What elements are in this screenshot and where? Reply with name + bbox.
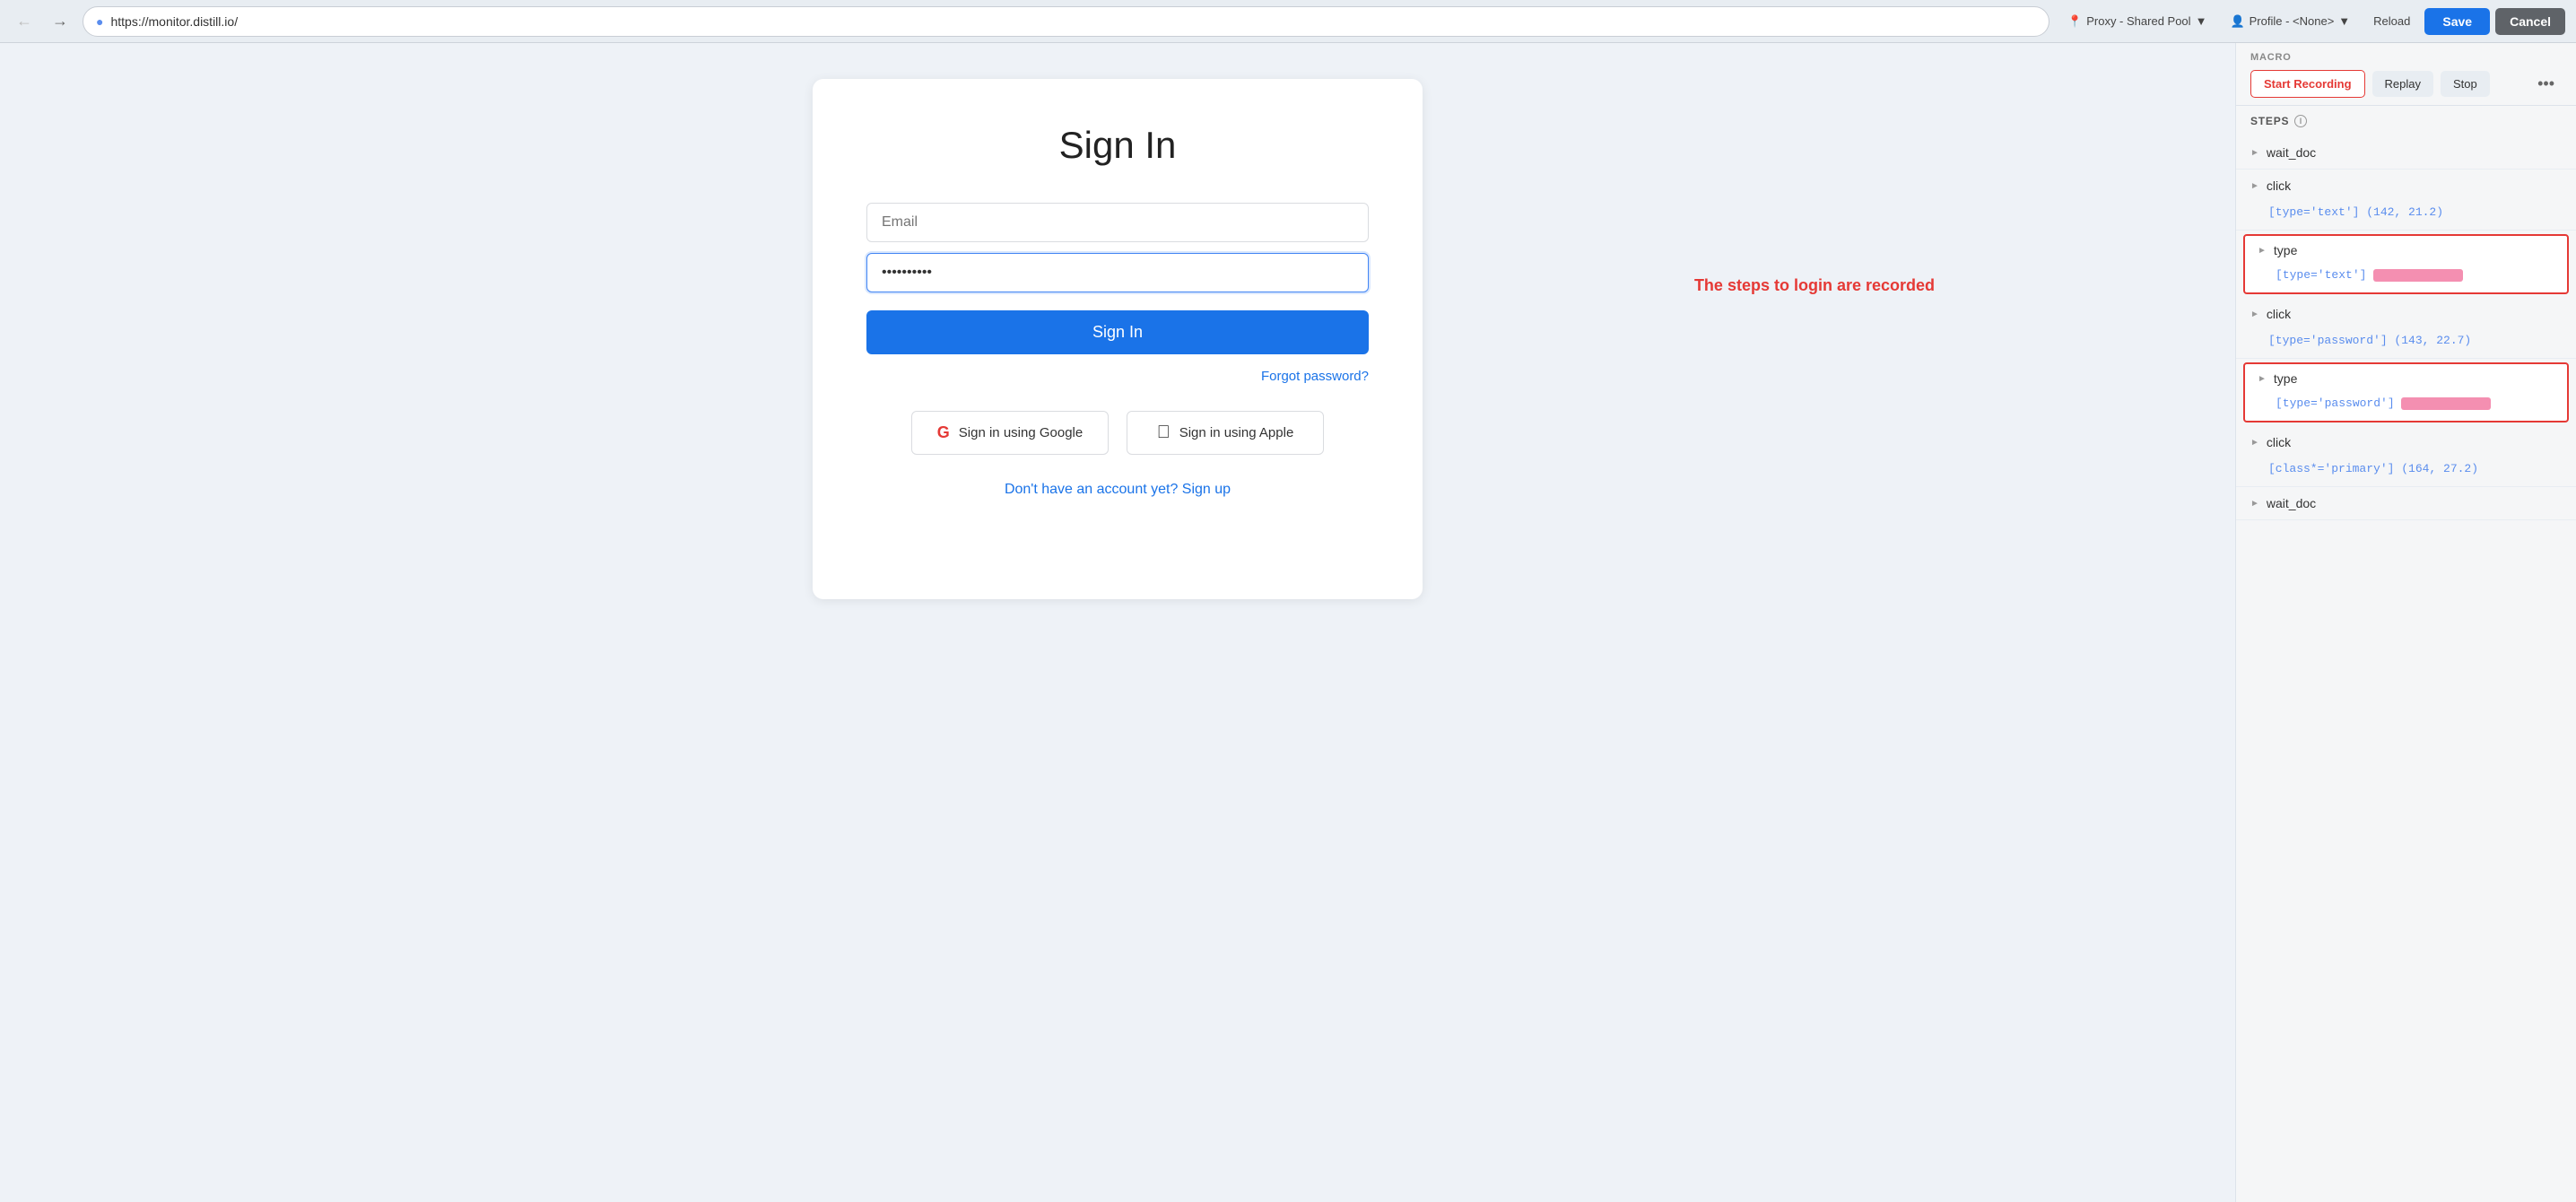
password-input[interactable] (866, 253, 1369, 292)
step-name: wait_doc (2267, 496, 2316, 510)
back-button[interactable]: ← (11, 8, 38, 34)
step-row[interactable]: ► type (2245, 364, 2567, 393)
macro-label: MACRO (2250, 52, 2562, 63)
redacted-value (2373, 269, 2463, 282)
apple-icon:  (1157, 422, 1171, 443)
step-item-click_1[interactable]: ► click [type='text'] (142, 21.2) (2236, 170, 2576, 231)
step-row[interactable]: ► click (2236, 298, 2576, 330)
step-expand-icon: ► (2250, 309, 2259, 319)
signin-button[interactable]: Sign In (866, 310, 1369, 354)
step-item-type_1[interactable]: ► type [type='text'] (2243, 234, 2569, 294)
steps-header: STEPS i (2236, 106, 2576, 133)
profile-label: Profile - <None> (2250, 14, 2335, 28)
step-detail: [type='text'] (2245, 265, 2567, 292)
step-detail: [type='text'] (142, 21.2) (2236, 202, 2576, 230)
profile-button[interactable]: 👤 Profile - <None> ▼ (2221, 10, 2359, 33)
proxy-button[interactable]: 📍 Proxy - Shared Pool ▼ (2058, 10, 2215, 33)
proxy-chevron-icon: ▼ (2196, 14, 2207, 28)
step-item-type_2[interactable]: ► type [type='password'] (2243, 362, 2569, 422)
profile-chevron-icon: ▼ (2338, 14, 2350, 28)
step-name: click (2267, 179, 2291, 193)
browser-viewport: Sign In Sign In Forgot password? G Sign … (0, 43, 2235, 1202)
password-form-group (866, 253, 1369, 292)
replay-button[interactable]: Replay (2372, 71, 2433, 97)
stop-button[interactable]: Stop (2441, 71, 2490, 97)
step-expand-icon: ► (2250, 181, 2259, 191)
save-button[interactable]: Save (2424, 8, 2490, 35)
step-detail: [class*='primary'] (164, 27.2) (2236, 458, 2576, 486)
step-row[interactable]: ► wait_doc (2236, 136, 2576, 169)
step-expand-icon: ► (2250, 148, 2259, 158)
step-name: type (2274, 243, 2297, 257)
steps-list: ► wait_doc ► click [type='text'] (142, 2… (2236, 133, 2576, 1202)
google-icon: G (937, 423, 950, 442)
proxy-label: Proxy - Shared Pool (2086, 14, 2190, 28)
signin-card: Sign In Sign In Forgot password? G Sign … (813, 79, 1423, 599)
step-expand-icon: ► (2258, 374, 2267, 384)
step-expand-icon: ► (2258, 246, 2267, 256)
step-row[interactable]: ► wait_doc (2236, 487, 2576, 519)
step-item-wait_doc_2[interactable]: ► wait_doc (2236, 487, 2576, 520)
forward-button[interactable]: → (47, 8, 74, 34)
cancel-button[interactable]: Cancel (2495, 8, 2565, 35)
location-icon: ● (96, 14, 103, 29)
steps-label: STEPS i (2250, 115, 2562, 127)
start-recording-button[interactable]: Start Recording (2250, 70, 2365, 98)
url-text: https://monitor.distill.io/ (110, 14, 2036, 29)
step-detail: [type='password'] (2245, 393, 2567, 421)
google-label: Sign in using Google (959, 425, 1083, 440)
step-detail: [type='password'] (143, 22.7) (2236, 330, 2576, 358)
browser-bar: ← → ● https://monitor.distill.io/ 📍 Prox… (0, 0, 2576, 43)
address-bar: ● https://monitor.distill.io/ (83, 6, 2049, 37)
step-expand-icon: ► (2250, 499, 2259, 509)
main-area: Sign In Sign In Forgot password? G Sign … (0, 43, 2576, 1202)
reload-button[interactable]: Reload (2364, 10, 2419, 32)
email-form-group (866, 203, 1369, 242)
browser-right-controls: 📍 Proxy - Shared Pool ▼ 👤 Profile - <Non… (2058, 8, 2565, 35)
right-panel: MACRO Start Recording Replay Stop ••• ST… (2235, 43, 2576, 1202)
annotation-text: The steps to login are recorded (1694, 276, 1935, 295)
more-options-button[interactable]: ••• (2530, 71, 2562, 97)
step-row[interactable]: ► click (2236, 170, 2576, 202)
steps-info-icon[interactable]: i (2294, 115, 2307, 127)
step-item-click_3[interactable]: ► click [class*='primary'] (164, 27.2) (2236, 426, 2576, 487)
step-name: wait_doc (2267, 145, 2316, 160)
macro-controls: Start Recording Replay Stop ••• (2250, 70, 2562, 98)
step-name: click (2267, 435, 2291, 449)
step-name: type (2274, 371, 2297, 386)
redacted-value (2401, 397, 2491, 410)
macro-header: MACRO Start Recording Replay Stop ••• (2236, 43, 2576, 106)
google-signin-button[interactable]: G Sign in using Google (911, 411, 1109, 455)
social-buttons: G Sign in using Google  Sign in using A… (866, 411, 1369, 455)
step-row[interactable]: ► type (2245, 236, 2567, 265)
signup-link-container: Don't have an account yet? Sign up (866, 482, 1369, 498)
email-input[interactable] (866, 203, 1369, 242)
step-item-click_2[interactable]: ► click [type='password'] (143, 22.7) (2236, 298, 2576, 359)
step-name: click (2267, 307, 2291, 321)
forgot-password-link[interactable]: Forgot password? (866, 369, 1369, 384)
signup-link[interactable]: Don't have an account yet? Sign up (1005, 482, 1231, 497)
step-item-wait_doc_1[interactable]: ► wait_doc (2236, 136, 2576, 170)
step-row[interactable]: ► click (2236, 426, 2576, 458)
step-expand-icon: ► (2250, 438, 2259, 448)
proxy-icon: 📍 (2067, 14, 2082, 29)
apple-label: Sign in using Apple (1179, 425, 1294, 440)
apple-signin-button[interactable]:  Sign in using Apple (1127, 411, 1324, 455)
signin-title: Sign In (866, 124, 1369, 167)
profile-icon: 👤 (2230, 14, 2244, 29)
